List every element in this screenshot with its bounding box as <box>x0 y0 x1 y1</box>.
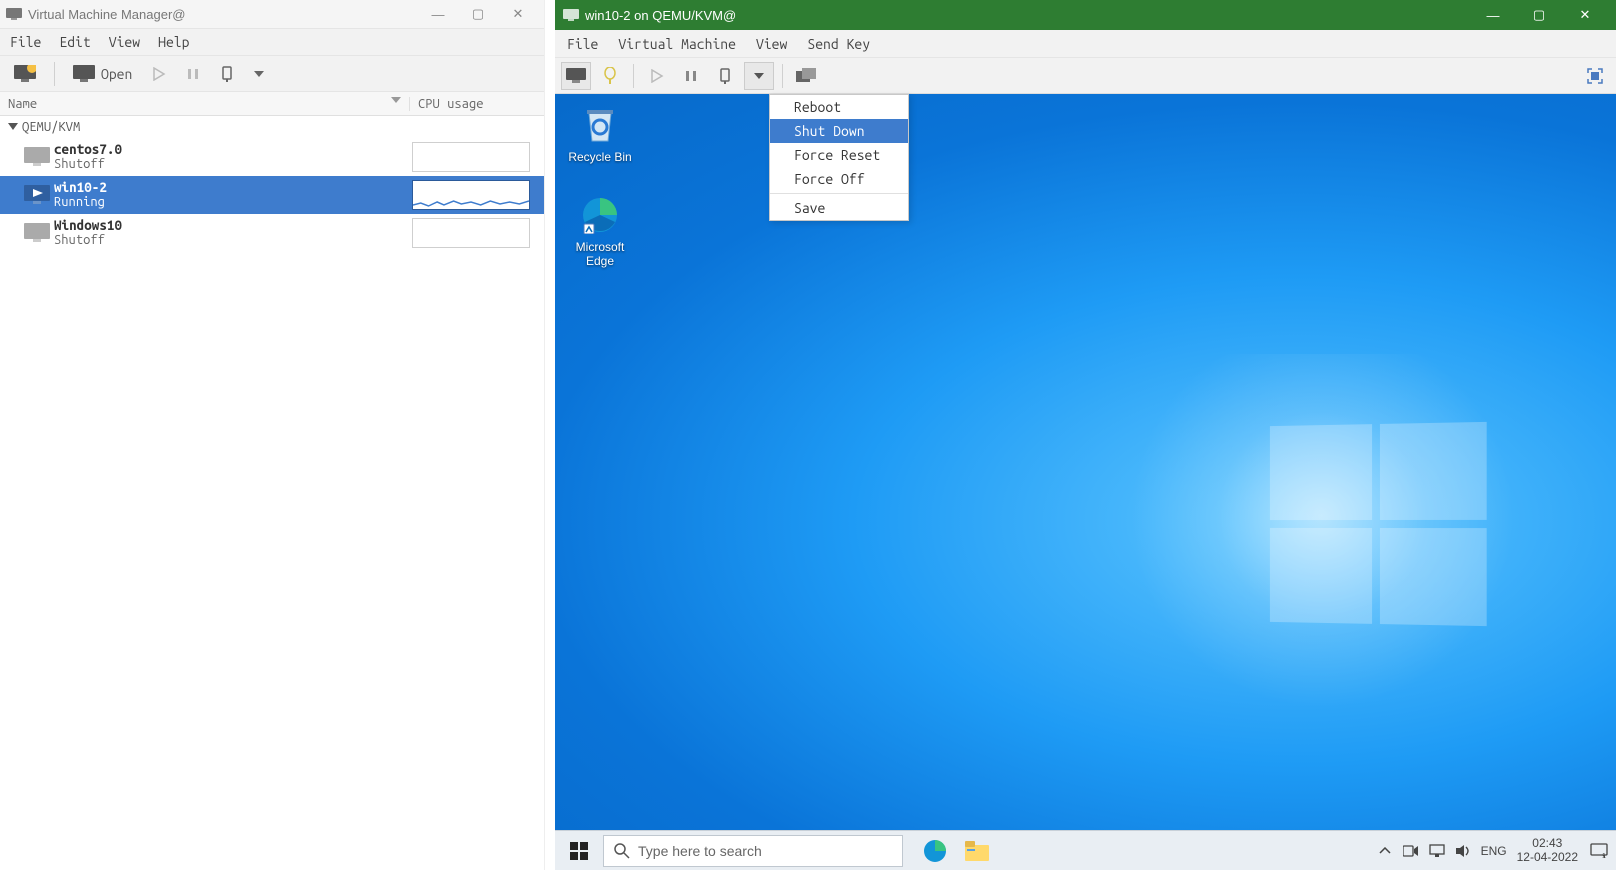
windows-logo <box>1270 422 1487 626</box>
power-item-reboot[interactable]: Reboot <box>770 95 908 119</box>
menu-send-key[interactable]: Send Key <box>807 36 870 52</box>
power-item-force-reset[interactable]: Force Reset <box>770 143 908 167</box>
col-name[interactable]: Name <box>8 97 37 111</box>
cpu-graph <box>412 142 530 172</box>
guest-desktop[interactable]: Recycle Bin Microsoft Edge <box>555 94 1616 870</box>
vm-row[interactable]: win10-2 Running <box>0 176 544 214</box>
vm-name: win10-2 <box>54 180 412 196</box>
tray-date: 12-04-2022 <box>1517 851 1578 864</box>
start-button[interactable] <box>555 831 603 870</box>
taskbar-pinned <box>917 833 995 869</box>
vmm-vm-list: QEMU/KVM centos7.0 Shutoff win10-2 Runni… <box>0 116 544 870</box>
svg-text:1: 1 <box>1602 853 1606 859</box>
search-placeholder: Type here to search <box>638 843 762 859</box>
tray-time: 02:43 <box>1517 837 1578 850</box>
monitor-icon <box>20 147 54 167</box>
vmc-titlebar: win10-2 on QEMU/KVM@ — ▢ ✕ <box>555 0 1616 30</box>
console-view-button[interactable] <box>561 62 591 90</box>
vmc-title: win10-2 on QEMU/KVM@ <box>585 8 736 23</box>
tray-chevron-icon[interactable] <box>1377 843 1393 859</box>
shutdown-menu-button[interactable] <box>246 67 272 81</box>
menu-edit[interactable]: Edit <box>59 34 90 50</box>
menu-file[interactable]: File <box>10 34 41 50</box>
fullscreen-button[interactable] <box>1580 62 1610 90</box>
pause-button[interactable] <box>178 63 208 85</box>
vm-row[interactable]: centos7.0 Shutoff <box>0 138 544 176</box>
vm-state: Shutoff <box>54 157 412 172</box>
open-label: Open <box>101 66 132 82</box>
vmc-toolbar: Reboot Shut Down Force Reset Force Off S… <box>555 58 1616 94</box>
vmc-app-icon <box>563 9 579 21</box>
power-item-save[interactable]: Save <box>770 196 908 220</box>
tray-network-icon[interactable] <box>1429 843 1445 859</box>
menu-help[interactable]: Help <box>158 34 189 50</box>
cpu-graph <box>412 218 530 248</box>
vm-console-window: win10-2 on QEMU/KVM@ — ▢ ✕ File Virtual … <box>555 0 1616 870</box>
col-cpu[interactable]: CPU usage <box>409 97 544 111</box>
vmm-toolbar: Open <box>0 56 544 92</box>
snapshots-button[interactable] <box>791 62 821 90</box>
sort-icon[interactable] <box>391 97 401 111</box>
vmm-titlebar: Virtual Machine Manager@ — ▢ ✕ <box>0 0 544 28</box>
menu-view[interactable]: View <box>109 34 140 50</box>
tray-volume-icon[interactable] <box>1455 843 1471 859</box>
search-icon <box>614 843 630 859</box>
virt-manager-window: Virtual Machine Manager@ — ▢ ✕ File Edit… <box>0 0 545 870</box>
vm-state: Running <box>54 195 412 210</box>
minimize-button[interactable]: — <box>1470 8 1516 23</box>
vmm-column-headers: Name CPU usage <box>0 92 544 116</box>
minimize-button[interactable]: — <box>418 7 458 22</box>
monitor-icon <box>20 223 54 243</box>
power-item-shutdown[interactable]: Shut Down <box>770 119 908 143</box>
vm-state: Shutoff <box>54 233 412 248</box>
expand-icon <box>8 123 18 131</box>
power-item-force-off[interactable]: Force Off <box>770 167 908 191</box>
menu-view[interactable]: View <box>756 36 787 52</box>
cpu-graph <box>412 180 530 210</box>
run-button[interactable] <box>642 62 672 90</box>
connection-label: QEMU/KVM <box>22 120 80 134</box>
vm-row[interactable]: Windows10 Shutoff <box>0 214 544 252</box>
system-tray: ENG 02:43 12-04-2022 1 <box>1377 837 1616 863</box>
shutdown-menu-button[interactable] <box>744 62 774 90</box>
new-vm-button[interactable] <box>6 61 44 87</box>
maximize-button[interactable]: ▢ <box>1516 7 1562 23</box>
taskbar-app-explorer[interactable] <box>959 833 995 869</box>
recycle-bin-icon <box>579 104 621 146</box>
edge-icon <box>579 194 621 236</box>
monitor-play-icon <box>20 185 54 205</box>
menu-virtual-machine[interactable]: Virtual Machine <box>618 36 736 52</box>
tray-notifications-icon[interactable]: 1 <box>1588 843 1610 859</box>
taskbar: Type here to search <box>555 830 1616 870</box>
power-dropdown-menu: Reboot Shut Down Force Reset Force Off S… <box>769 94 909 221</box>
desktop-icon-recycle-bin[interactable]: Recycle Bin <box>561 104 639 164</box>
vm-name: Windows10 <box>54 218 412 234</box>
open-vm-button[interactable]: Open <box>65 61 140 87</box>
vmm-title: Virtual Machine Manager@ <box>28 7 185 22</box>
tray-language[interactable]: ENG <box>1481 844 1507 858</box>
shutdown-button[interactable] <box>212 62 242 86</box>
desktop-icon-label: Recycle Bin <box>561 150 639 164</box>
desktop-icon-label: Microsoft Edge <box>561 240 639 269</box>
vmm-app-icon <box>6 8 22 20</box>
vmc-menubar: File Virtual Machine View Send Key <box>555 30 1616 58</box>
taskbar-search[interactable]: Type here to search <box>603 835 903 867</box>
run-button[interactable] <box>144 63 174 85</box>
maximize-button[interactable]: ▢ <box>458 6 498 22</box>
shutdown-button[interactable] <box>710 62 740 90</box>
vm-name: centos7.0 <box>54 142 412 158</box>
desktop-icon-edge[interactable]: Microsoft Edge <box>561 194 639 269</box>
close-button[interactable]: ✕ <box>498 6 538 22</box>
menu-file[interactable]: File <box>567 36 598 52</box>
close-button[interactable]: ✕ <box>1562 7 1608 23</box>
tray-meet-now-icon[interactable] <box>1403 843 1419 859</box>
vmm-menubar: File Edit View Help <box>0 28 544 56</box>
tray-clock[interactable]: 02:43 12-04-2022 <box>1517 837 1578 863</box>
pause-button[interactable] <box>676 62 706 90</box>
connection-group[interactable]: QEMU/KVM <box>0 116 544 138</box>
taskbar-app-edge[interactable] <box>917 833 953 869</box>
details-view-button[interactable] <box>595 62 625 90</box>
